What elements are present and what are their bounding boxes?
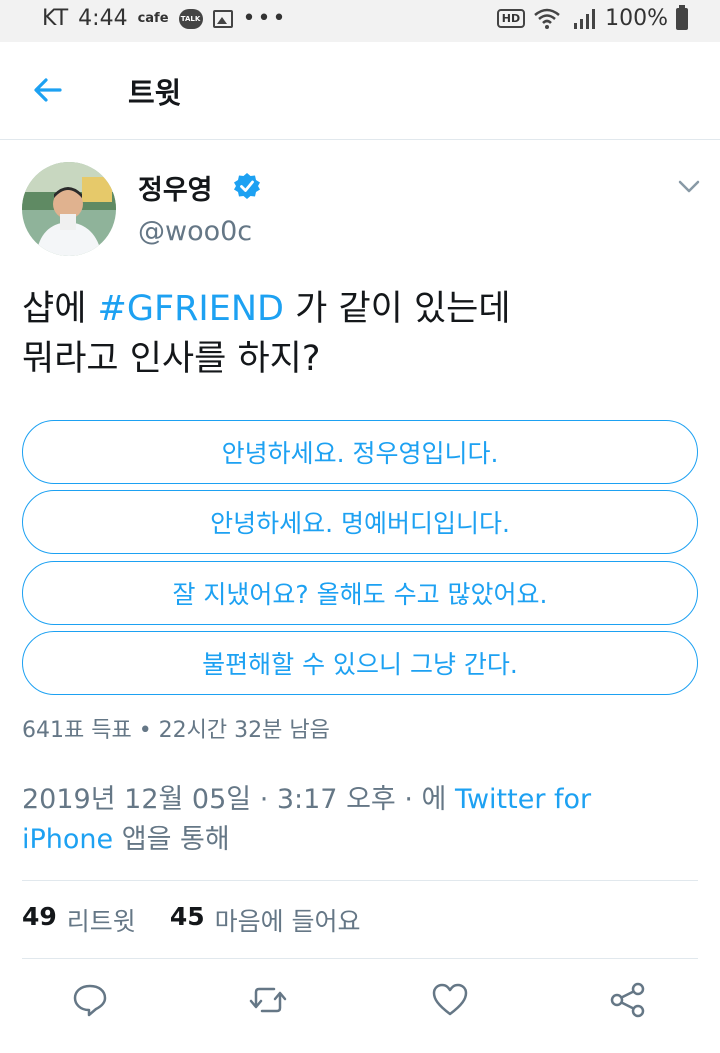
tweet-timestamp: 2019년 12월 05일 · 3:17 오후 · 에 Twitter for … — [22, 780, 702, 860]
talk-icon: TALK — [178, 8, 203, 29]
retweet-icon[interactable] — [248, 980, 288, 1020]
poll-option-3[interactable]: 잘 지냈어요? 올해도 수고 많았어요. — [22, 561, 698, 625]
more-notifications-icon: ••• — [242, 6, 288, 31]
status-carrier: KT — [42, 6, 69, 31]
arrow-left-icon[interactable] — [30, 72, 66, 108]
battery-icon — [676, 4, 688, 30]
reply-icon[interactable] — [70, 980, 110, 1020]
retweets-count[interactable]: 49 — [22, 902, 57, 938]
signal-icon — [574, 8, 596, 29]
hd-icon: HD — [496, 9, 526, 28]
like-icon[interactable] — [430, 980, 470, 1020]
tweet-text: 샵에 #GFRIEND 가 같이 있는데 뭐라고 인사를 하지? — [22, 284, 702, 384]
divider — [22, 958, 698, 959]
source-link-a[interactable]: Twitter for — [455, 784, 591, 815]
via-suffix: 앱을 통해 — [113, 824, 230, 855]
page-title: 트윗 — [128, 76, 182, 110]
likes-count[interactable]: 45 — [170, 902, 205, 938]
author-name[interactable]: 정우영 — [138, 168, 213, 207]
status-bar: KT 4:44 cafe TALK ••• HD 100% — [0, 0, 720, 42]
status-left: KT 4:44 cafe TALK ••• — [42, 6, 287, 31]
source-link-b[interactable]: iPhone — [22, 824, 113, 855]
status-time: 4:44 — [78, 6, 128, 31]
likes-label[interactable]: 마음에 들어요 — [215, 902, 361, 938]
retweets-label[interactable]: 리트윗 — [67, 902, 136, 938]
verified-badge-icon — [234, 173, 260, 199]
poll-option-4[interactable]: 불편해할 수 있으니 그냥 간다. — [22, 631, 698, 695]
chevron-down-icon[interactable] — [678, 180, 700, 194]
divider — [22, 880, 698, 881]
app-header: 트윗 — [0, 42, 720, 140]
tweet-stats: 49 리트윗 45 마음에 들어요 — [22, 902, 361, 938]
hashtag-link[interactable]: #GFRIEND — [98, 289, 284, 329]
share-icon[interactable] — [608, 980, 648, 1020]
poll-option-1[interactable]: 안녕하세요. 정우영입니다. — [22, 420, 698, 484]
tweet-text-part-2: 가 같이 있는데 — [284, 289, 511, 329]
status-right: HD 100% — [496, 4, 688, 31]
cafe-icon: cafe — [137, 11, 169, 26]
timestamp-text: 2019년 12월 05일 · 3:17 오후 · 에 — [22, 784, 455, 815]
tweet-text-line-2: 뭐라고 인사를 하지? — [22, 339, 321, 379]
author-handle[interactable]: @woo0c — [138, 216, 252, 247]
wifi-icon — [534, 8, 560, 29]
poll-option-2[interactable]: 안녕하세요. 명예버디입니다. — [22, 490, 698, 554]
image-icon — [212, 9, 233, 28]
poll-meta: 641표 득표 • 22시간 32분 남음 — [22, 718, 330, 743]
tweet-text-line-1: 샵에 #GFRIEND 가 같이 있는데 — [22, 284, 702, 334]
battery-level: 100% — [605, 6, 668, 31]
tweet-text-part-1: 샵에 — [22, 289, 98, 329]
avatar[interactable] — [22, 162, 116, 256]
